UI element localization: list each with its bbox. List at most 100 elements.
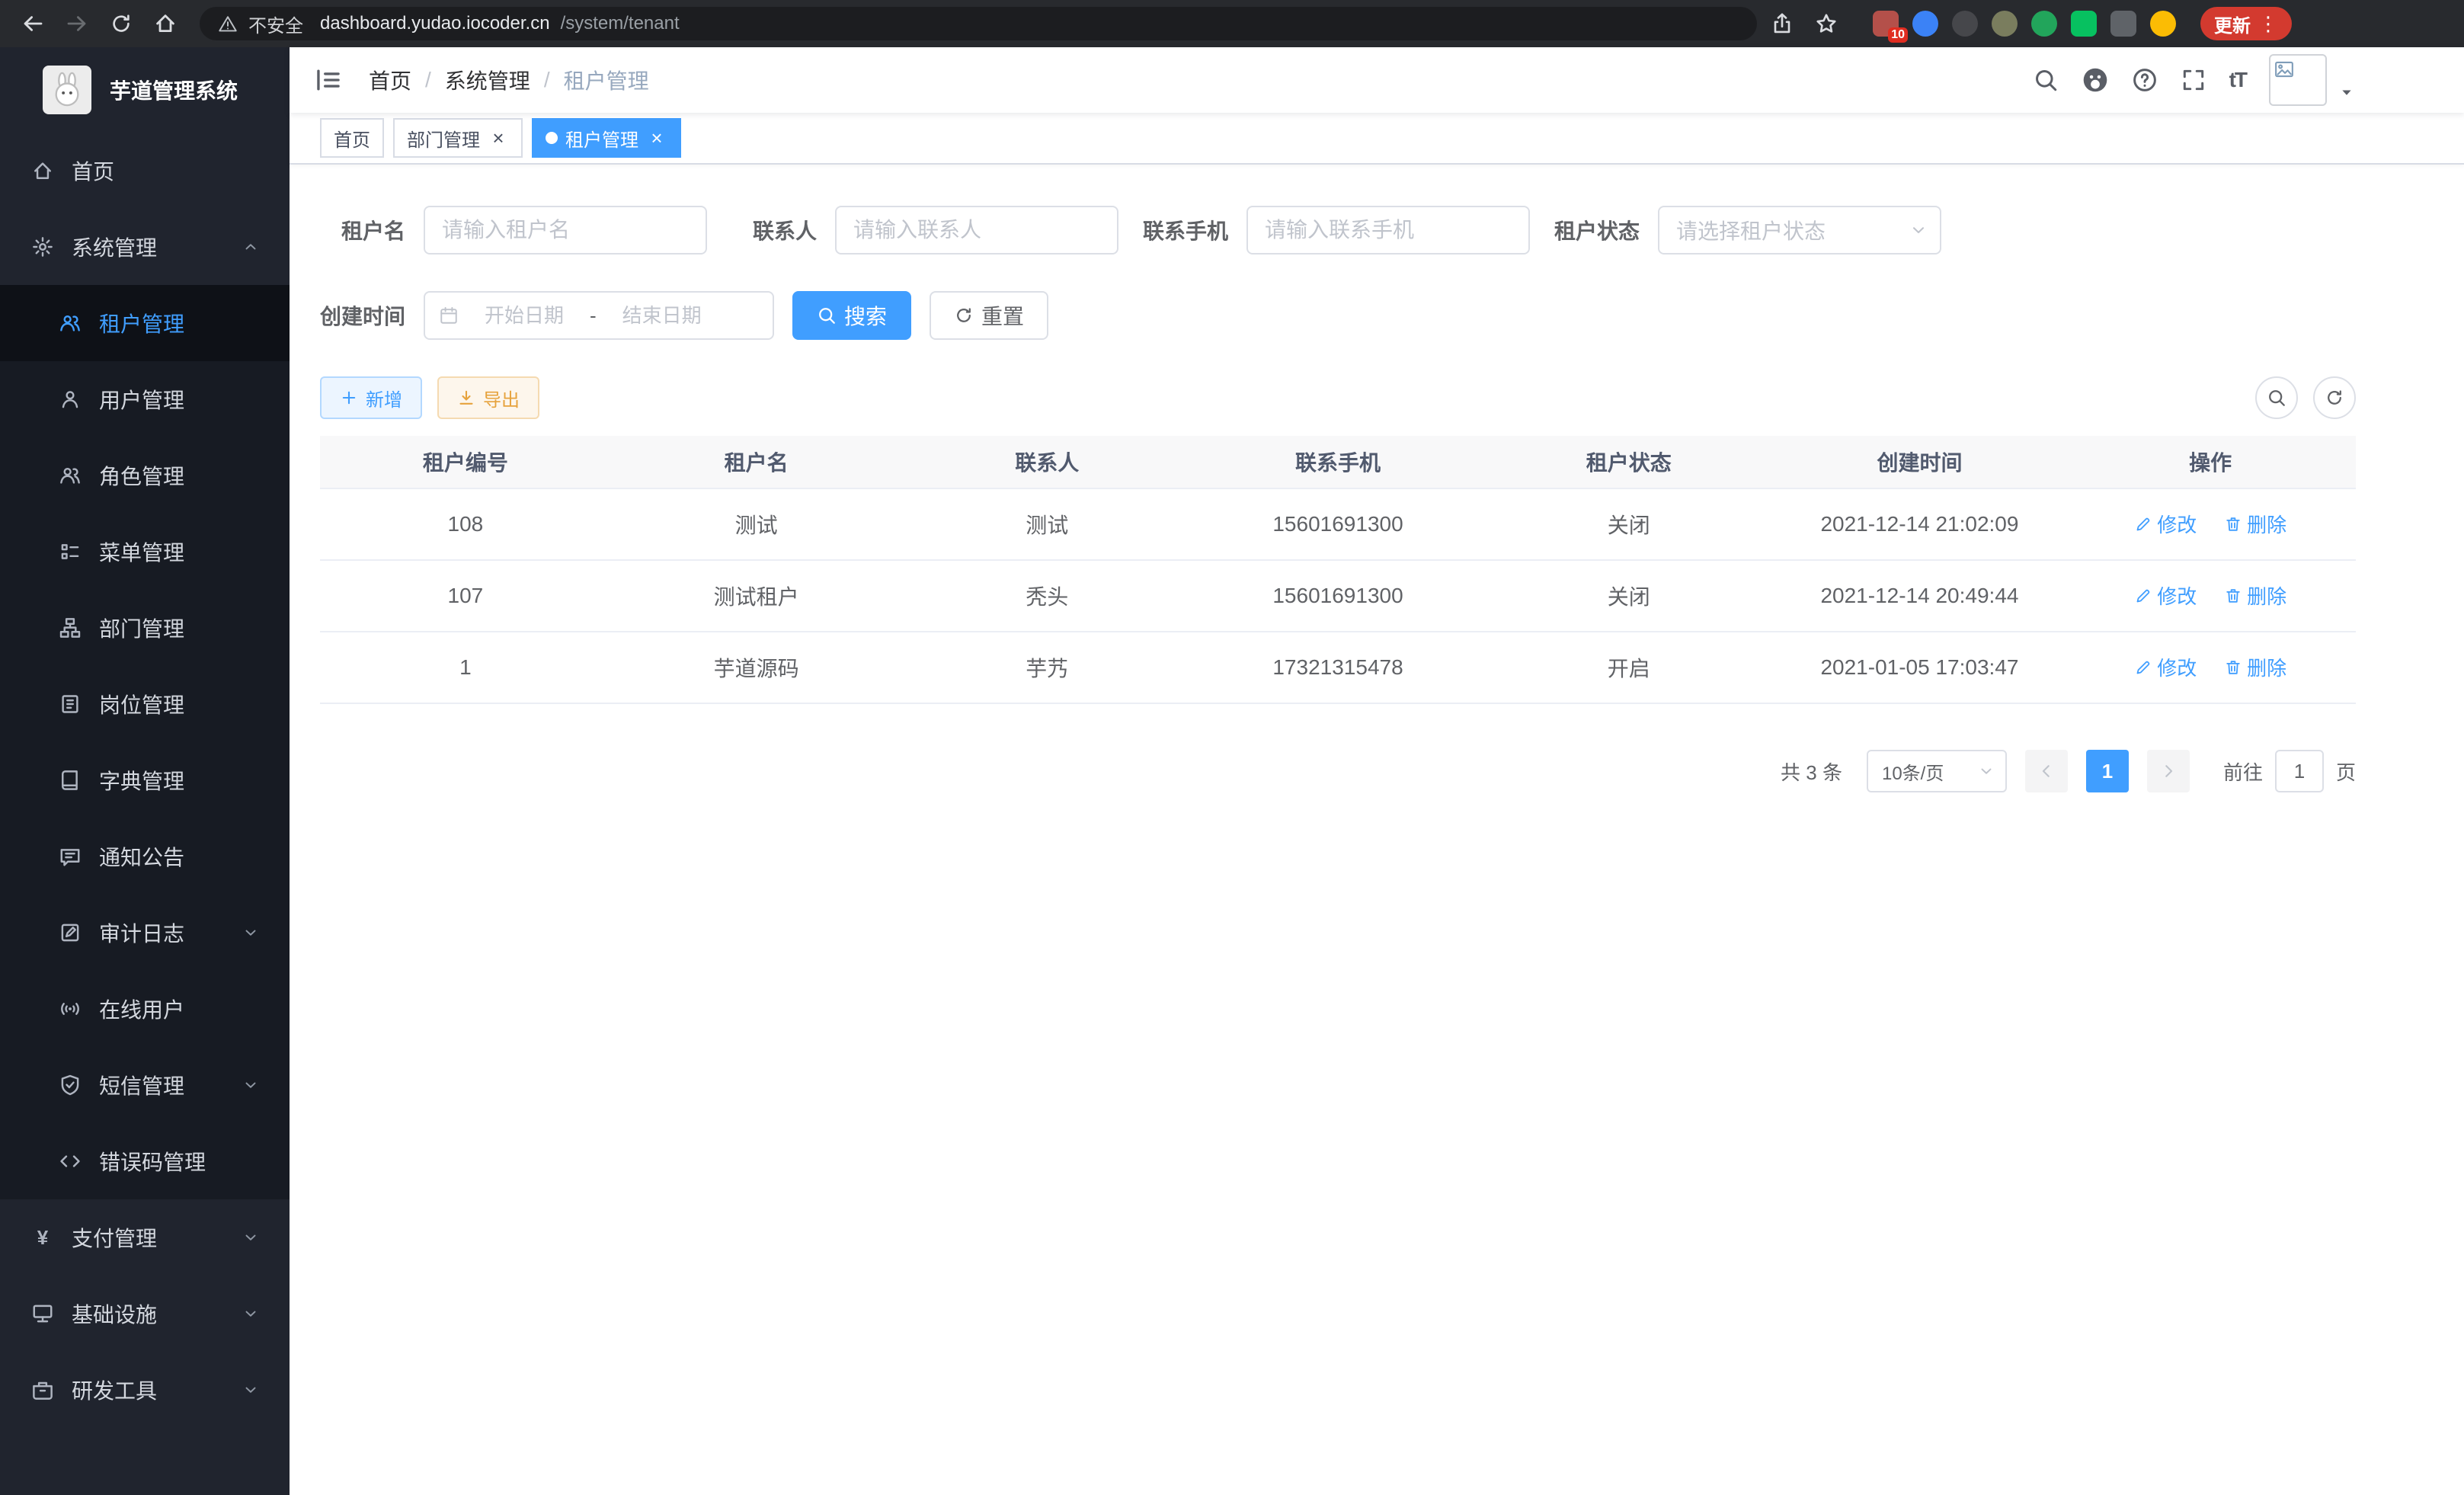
edit-link[interactable]: 修改	[2134, 510, 2197, 538]
sidebar-item-sms[interactable]: 短信管理	[0, 1047, 290, 1123]
page-number-button[interactable]: 1	[2086, 750, 2129, 792]
tab-home[interactable]: 首页	[320, 118, 384, 158]
extension-icon-5[interactable]	[2031, 11, 2057, 37]
goto-label: 前往	[2223, 757, 2263, 786]
browser-forward-icon[interactable]	[58, 5, 96, 43]
date-start-input[interactable]	[465, 304, 584, 328]
contact-label: 联系人	[731, 215, 817, 245]
browser-address-bar[interactable]: 不安全 dashboard.yudao.iocoder.cn/system/te…	[200, 7, 1757, 40]
tenant-table: 租户编号 租户名 联系人 联系手机 租户状态 创建时间 操作 108 测试 测试…	[320, 436, 2356, 704]
browser-menu-dots-icon[interactable]: ⋮	[2258, 12, 2278, 36]
phone-input[interactable]	[1246, 206, 1530, 255]
refresh-table-button[interactable]	[2313, 376, 2356, 419]
page-size-select[interactable]: 10条/页	[1867, 750, 2007, 792]
delete-link[interactable]: 删除	[2224, 653, 2286, 681]
extension-icon-2[interactable]	[1912, 11, 1938, 37]
cell-actions: 修改 删除	[2065, 653, 2356, 682]
browser-back-icon[interactable]	[14, 5, 52, 43]
sidebar-item-online-users[interactable]: 在线用户	[0, 971, 290, 1047]
chevron-up-icon	[242, 238, 259, 255]
toggle-search-button[interactable]	[2255, 376, 2298, 419]
status-label: 租户状态	[1554, 215, 1640, 245]
sidebar-item-dept[interactable]: 部门管理	[0, 590, 290, 666]
extension-icon-6[interactable]	[2071, 11, 2097, 37]
close-icon[interactable]: ×	[488, 127, 509, 149]
breadcrumb-system[interactable]: 系统管理	[445, 65, 530, 95]
next-page-button[interactable]	[2147, 750, 2190, 792]
sidebar-item-dev-tools[interactable]: 研发工具	[0, 1352, 290, 1428]
extension-icon-1[interactable]: 10	[1873, 11, 1899, 37]
browser-reload-icon[interactable]	[102, 5, 140, 43]
tenant-name-input[interactable]	[424, 206, 707, 255]
column-header-name: 租户名	[611, 447, 902, 477]
breadcrumb: 首页 / 系统管理 / 租户管理	[369, 65, 649, 95]
prev-page-button[interactable]	[2025, 750, 2068, 792]
cell-phone: 15601691300	[1192, 584, 1483, 608]
update-label: 更新	[2214, 11, 2251, 37]
infrastructure-icon	[30, 1301, 55, 1326]
avatar-caret-icon[interactable]	[2339, 85, 2354, 100]
chevron-down-icon	[242, 924, 259, 941]
breadcrumb-current: 租户管理	[564, 65, 649, 95]
sidebar-item-post[interactable]: 岗位管理	[0, 666, 290, 742]
column-header-time: 创建时间	[1774, 447, 2066, 477]
sms-shield-icon	[58, 1073, 82, 1097]
sidebar-item-infrastructure[interactable]: 基础设施	[0, 1276, 290, 1352]
tab-dept[interactable]: 部门管理 ×	[393, 118, 523, 158]
help-icon[interactable]	[2132, 67, 2158, 93]
security-label[interactable]: 不安全	[248, 11, 303, 37]
sidebar-item-label: 研发工具	[72, 1375, 157, 1405]
home-icon	[30, 158, 55, 183]
search-icon[interactable]	[2033, 67, 2059, 93]
sidebar-item-error-code[interactable]: 错误码管理	[0, 1123, 290, 1199]
delete-link[interactable]: 删除	[2224, 510, 2286, 538]
extension-icon-7[interactable]	[2110, 11, 2136, 37]
sidebar-item-user[interactable]: 用户管理	[0, 361, 290, 437]
reset-button[interactable]: 重置	[930, 291, 1048, 340]
user-avatar[interactable]	[2269, 54, 2327, 106]
search-button[interactable]: 搜索	[792, 291, 911, 340]
extension-icon-3[interactable]	[1952, 11, 1978, 37]
bookmark-star-icon[interactable]	[1807, 5, 1845, 43]
edit-link[interactable]: 修改	[2134, 581, 2197, 610]
github-icon[interactable]	[2082, 66, 2109, 94]
contact-input[interactable]	[835, 206, 1118, 255]
browser-update-button[interactable]: 更新 ⋮	[2200, 7, 2292, 40]
sidebar-item-label: 系统管理	[72, 232, 157, 262]
sidebar-item-system[interactable]: 系统管理	[0, 209, 290, 285]
edit-link[interactable]: 修改	[2134, 653, 2197, 681]
sidebar-item-payment[interactable]: ¥ 支付管理	[0, 1199, 290, 1276]
extension-icon-4[interactable]	[1992, 11, 2018, 37]
browser-home-icon[interactable]	[146, 5, 184, 43]
security-warning-icon[interactable]	[218, 14, 238, 34]
extension-icon-8[interactable]	[2150, 11, 2176, 37]
date-range-picker[interactable]: -	[424, 291, 774, 340]
hamburger-icon[interactable]	[314, 66, 343, 94]
org-tree-icon	[58, 616, 82, 640]
sidebar-item-role[interactable]: 角色管理	[0, 437, 290, 514]
sidebar-item-tenant[interactable]: 租户管理	[0, 285, 290, 361]
sidebar-item-notice[interactable]: 通知公告	[0, 818, 290, 895]
export-button[interactable]: 导出	[437, 376, 539, 419]
breadcrumb-home[interactable]: 首页	[369, 65, 411, 95]
announcement-icon	[58, 844, 82, 869]
status-select[interactable]: 请选择租户状态	[1658, 206, 1941, 255]
column-header-actions: 操作	[2065, 447, 2356, 477]
date-end-input[interactable]	[603, 304, 722, 328]
sidebar-item-audit-log[interactable]: 审计日志	[0, 895, 290, 971]
delete-link[interactable]: 删除	[2224, 581, 2286, 610]
sidebar-item-dict[interactable]: 字典管理	[0, 742, 290, 818]
app-logo-row[interactable]: 芋道管理系统	[0, 47, 290, 133]
fullscreen-icon[interactable]	[2181, 67, 2206, 93]
sidebar-item-label: 租户管理	[99, 308, 184, 338]
table-toolbar: 新增 导出	[320, 376, 2356, 419]
goto-page-input[interactable]	[2275, 750, 2324, 792]
sidebar-item-menu[interactable]: 菜单管理	[0, 514, 290, 590]
add-button[interactable]: 新增	[320, 376, 422, 419]
font-size-icon[interactable]: tT	[2229, 68, 2246, 92]
delete-icon	[2224, 658, 2242, 677]
tab-tenant[interactable]: 租户管理 ×	[532, 118, 681, 158]
sidebar-item-home[interactable]: 首页	[0, 133, 290, 209]
share-icon[interactable]	[1763, 5, 1801, 43]
close-icon[interactable]: ×	[646, 127, 667, 149]
